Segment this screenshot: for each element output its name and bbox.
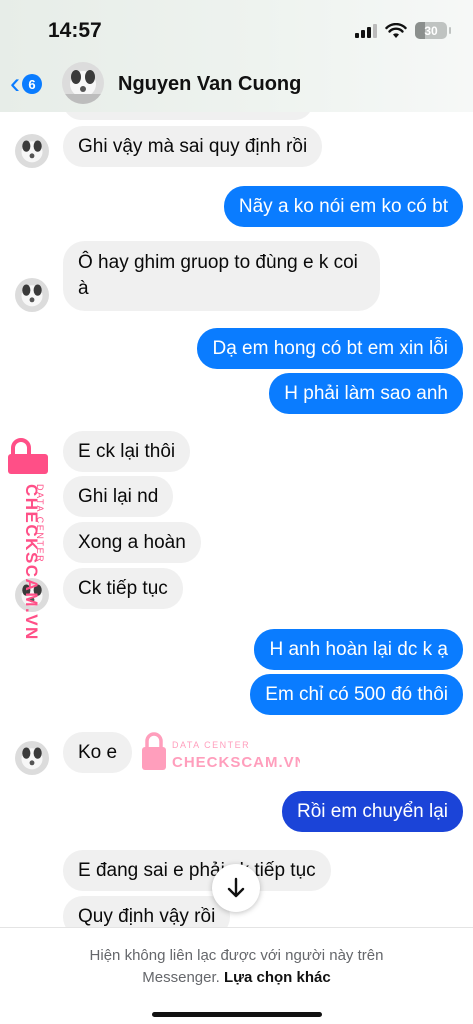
incoming-message[interactable]: Ko e <box>63 732 133 773</box>
battery-level: 30 <box>424 23 438 38</box>
contact-avatar[interactable] <box>62 62 104 104</box>
back-button[interactable]: ‹ 6 <box>10 67 42 100</box>
notice-text: Hiện không liên lạc được với người này t… <box>0 945 473 989</box>
composer-disabled-notice: Hiện không liên lạc được với người này t… <box>0 927 473 1024</box>
other-options-link[interactable]: Lựa chọn khác <box>224 969 331 986</box>
wifi-icon <box>385 22 407 38</box>
status-time: 14:57 <box>48 19 102 42</box>
sender-avatar <box>15 741 49 775</box>
unread-badge: 6 <box>22 74 42 94</box>
watermark-small-line1: DATA CENTER <box>172 740 250 750</box>
sender-avatar <box>15 278 49 312</box>
checkscam-watermark-vertical: CHECKSCAM.VN DATA CENTER <box>8 438 48 641</box>
contact-name[interactable]: Nguyen Van Cuong <box>118 73 301 96</box>
arrow-down-icon <box>227 877 245 898</box>
message-list[interactable]: Ghi vậy mà sai quy định rồi Nãy a ko nói… <box>0 112 473 927</box>
incoming-message[interactable]: Xong a hoàn <box>63 522 201 563</box>
watermark-small-line2: CHECKSCAM.VN <box>172 754 300 771</box>
incoming-message[interactable]: Quy định vậy rồi <box>63 896 231 927</box>
status-icons: 30 <box>355 22 451 39</box>
checkscam-watermark: DATA CENTER CHECKSCAM.VN <box>142 732 300 771</box>
outgoing-message[interactable]: H anh hoàn lại dc k ạ <box>254 629 463 670</box>
outgoing-message[interactable]: Rồi em chuyển lại <box>281 791 463 832</box>
scroll-to-bottom-button[interactable] <box>212 864 260 912</box>
incoming-message[interactable]: E đang sai e phải ck tiếp tục <box>63 850 331 891</box>
outgoing-message[interactable]: H phải làm sao anh <box>269 373 463 414</box>
cellular-signal-icon <box>355 23 377 38</box>
sender-avatar <box>15 134 49 168</box>
outgoing-message[interactable]: Nãy a ko nói em ko có bt <box>223 186 463 227</box>
watermark-line1: DATA CENTER <box>35 484 45 563</box>
battery-icon: 30 <box>415 22 451 39</box>
chat-header: 14:57 30 ‹ 6 Nguyen Van Cuong <box>0 0 473 112</box>
previous-message-bubble <box>63 112 313 120</box>
chevron-left-icon: ‹ <box>10 67 20 100</box>
incoming-message[interactable]: E ck lại thôi <box>63 431 191 472</box>
home-indicator <box>152 1012 322 1017</box>
incoming-message[interactable]: Ghi vậy mà sai quy định rồi <box>63 126 323 167</box>
incoming-message[interactable]: Ghi lại nd <box>63 476 174 517</box>
avatar-image <box>62 62 104 104</box>
incoming-message[interactable]: Ck tiếp tục <box>63 568 183 609</box>
outgoing-message[interactable]: Em chỉ có 500 đó thôi <box>250 674 463 715</box>
outgoing-message[interactable]: Dạ em hong có bt em xin lỗi <box>197 328 463 369</box>
incoming-message[interactable]: Ô hay ghim gruop to đùng e k coi à <box>63 241 380 311</box>
